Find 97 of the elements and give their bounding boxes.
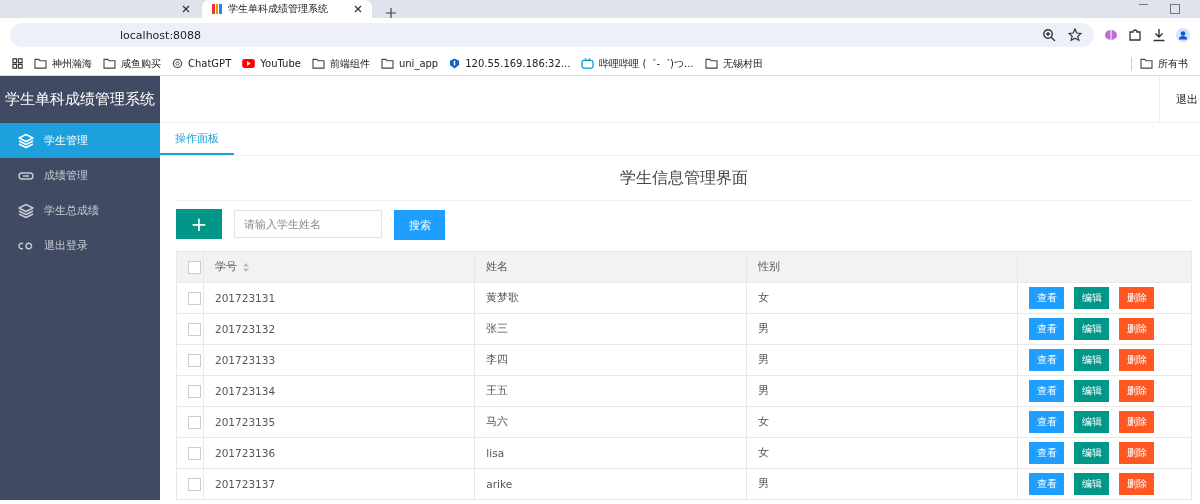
table-cell: 201723133 <box>215 354 276 366</box>
table-cell: 女 <box>757 446 769 458</box>
bookmark-link[interactable]: ChatGPT <box>172 58 232 69</box>
table-cell: 201723136 <box>215 447 276 459</box>
grid-logo-icon <box>212 4 222 14</box>
browser-tab[interactable]: 学生单科成绩管理系统 <box>202 0 372 18</box>
column-header: 性别 <box>757 260 780 274</box>
column-header[interactable]: 学号 <box>215 260 249 274</box>
view-button[interactable]: 查看 <box>1029 287 1064 309</box>
folder-icon <box>380 58 394 69</box>
sort-icon[interactable] <box>243 262 249 272</box>
table-cell: 黄梦歌 <box>486 291 520 303</box>
folder-icon <box>704 58 718 69</box>
table-cell: 201723134 <box>215 385 276 397</box>
download-icon[interactable] <box>1152 28 1166 42</box>
bookmark-link[interactable]: 无锡村田 <box>704 56 763 71</box>
view-button[interactable]: 查看 <box>1029 473 1064 495</box>
delete-button[interactable]: 删除 <box>1119 287 1154 309</box>
view-button[interactable]: 查看 <box>1029 349 1064 371</box>
spiral-knot-icon <box>172 58 183 69</box>
table-cell: 王五 <box>486 384 509 396</box>
delete-button[interactable]: 删除 <box>1119 318 1154 340</box>
star-icon[interactable] <box>1068 28 1082 42</box>
bookmark-link[interactable]: 所有书 <box>1131 56 1188 71</box>
page-title: 学生信息管理界面 <box>176 156 1192 201</box>
row-checkbox[interactable] <box>188 291 201 305</box>
table-cell: 男 <box>757 322 769 334</box>
add-button[interactable]: + <box>176 209 222 239</box>
table-cell: 201723132 <box>215 323 276 335</box>
bookmark-link[interactable]: YouTube <box>242 58 301 69</box>
table-cell: arike <box>486 478 513 490</box>
bookmark-link[interactable]: 咸鱼购买 <box>103 56 161 71</box>
edit-button[interactable]: 编辑 <box>1074 473 1109 495</box>
play-icon <box>242 59 256 68</box>
row-checkbox[interactable] <box>188 446 201 460</box>
avatar-icon[interactable] <box>1176 28 1190 42</box>
view-button[interactable]: 查看 <box>1029 442 1064 464</box>
table-cell: lisa <box>486 447 505 459</box>
view-button[interactable]: 查看 <box>1029 318 1064 340</box>
table-cell: 201723135 <box>215 416 276 428</box>
column-header: 姓名 <box>486 260 509 274</box>
delete-button[interactable]: 删除 <box>1119 380 1154 402</box>
row-checkbox[interactable] <box>188 415 201 429</box>
table-cell: 张三 <box>486 322 509 334</box>
row-checkbox[interactable] <box>188 477 201 491</box>
edit-button[interactable]: 编辑 <box>1074 411 1109 433</box>
delete-button[interactable]: 删除 <box>1119 473 1154 495</box>
puzzle-icon[interactable] <box>1128 28 1142 42</box>
table-cell: 女 <box>757 291 769 303</box>
edit-button[interactable]: 编辑 <box>1074 380 1109 402</box>
bookmark-link[interactable]: 神州瀚海 <box>34 56 92 71</box>
folder-icon <box>311 58 325 69</box>
table-cell: 男 <box>757 477 769 489</box>
edit-button[interactable]: 编辑 <box>1074 349 1109 371</box>
bookmark-link[interactable]: 哔哩哔哩 (゜-゜)つ... <box>581 56 694 71</box>
sidebar-item[interactable]: 成绩管理 <box>0 158 160 193</box>
layers-icon <box>18 202 34 219</box>
edit-button[interactable]: 编辑 <box>1074 442 1109 464</box>
folder-icon <box>34 58 47 69</box>
edit-button[interactable]: 编辑 <box>1074 318 1109 340</box>
delete-button[interactable]: 删除 <box>1119 349 1154 371</box>
table-cell: 李四 <box>486 353 509 365</box>
close-icon[interactable] <box>182 5 190 13</box>
folder-icon <box>1140 58 1153 69</box>
view-button[interactable]: 查看 <box>1029 411 1064 433</box>
logout-link[interactable]: 退出 <box>1159 76 1200 122</box>
table-cell: 男 <box>757 353 769 365</box>
table-cell: 201723131 <box>215 292 276 304</box>
view-button[interactable]: 查看 <box>1029 380 1064 402</box>
row-checkbox[interactable] <box>188 384 201 398</box>
table-cell: 马六 <box>486 415 509 427</box>
row-checkbox[interactable] <box>188 353 201 367</box>
maximize-icon[interactable] <box>1170 4 1180 14</box>
zoom-icon[interactable] <box>1042 28 1056 42</box>
bookmark-link[interactable]: 前端组件 <box>311 56 370 71</box>
edit-button[interactable]: 编辑 <box>1074 287 1109 309</box>
delete-button[interactable]: 删除 <box>1119 411 1154 433</box>
shield-icon <box>449 58 461 69</box>
search-field[interactable]: 请输入学生姓名 <box>234 210 382 238</box>
sidebar-item[interactable]: 学生总成绩 <box>0 193 160 228</box>
sidebar-item[interactable]: 学生管理 <box>0 123 160 158</box>
folder-icon <box>103 58 116 69</box>
sidebar-item[interactable]: 退出登录 <box>0 228 160 263</box>
table-cell: 男 <box>757 384 769 396</box>
bookmark-link[interactable]: uni_app <box>380 58 439 69</box>
delete-button[interactable]: 删除 <box>1119 442 1154 464</box>
table-cell: 女 <box>757 415 769 427</box>
layers-icon <box>18 132 34 149</box>
row-checkbox[interactable] <box>188 322 201 336</box>
bookmark-link[interactable]: 120.55.169.186:32... <box>449 58 571 69</box>
table-cell: 201723137 <box>215 478 276 490</box>
select-all-checkbox[interactable] <box>188 260 201 274</box>
panel-tab[interactable]: 操作面板 <box>160 123 234 155</box>
close-icon[interactable] <box>354 5 362 13</box>
tv-icon <box>581 58 595 69</box>
apps-grid-icon[interactable] <box>12 58 23 69</box>
search-button[interactable]: 搜索 <box>394 210 445 240</box>
